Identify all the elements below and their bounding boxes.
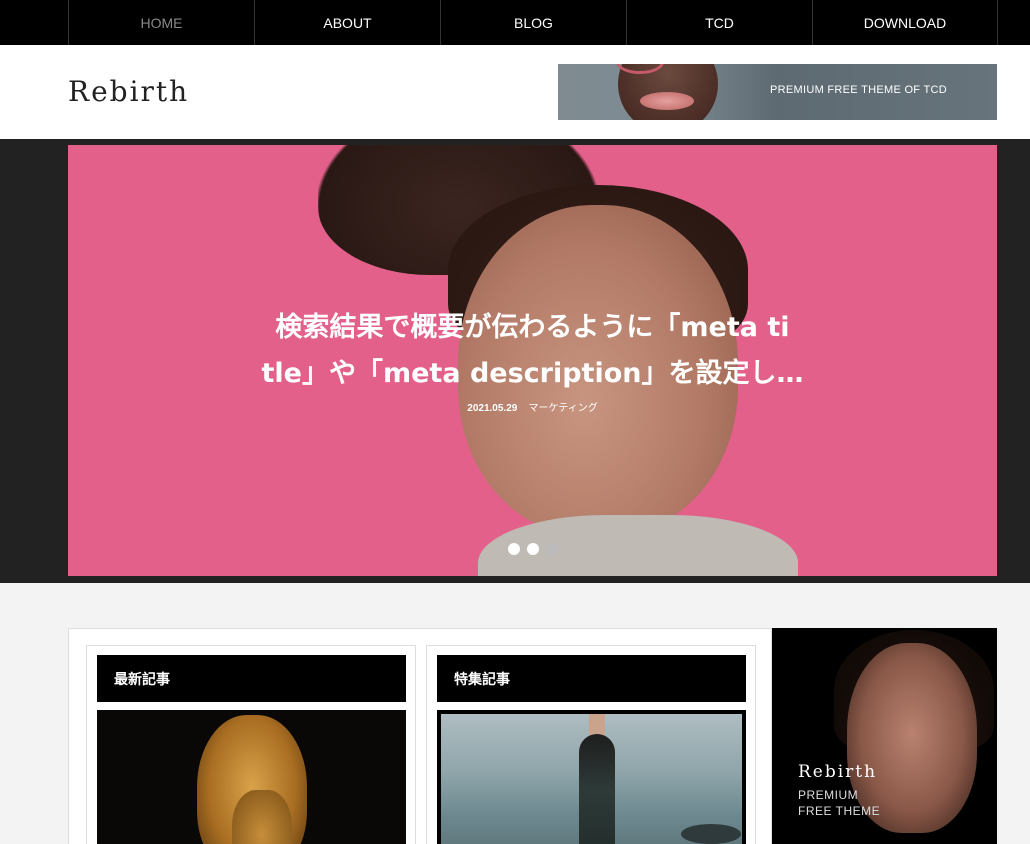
hero-slider[interactable]: 検索結果で概要が伝わるように「meta ti tle」や「meta descri… <box>68 145 997 576</box>
hero-meta: 2021.05.29 マーケティング <box>68 399 997 414</box>
latest-articles-heading: 最新記事 <box>97 655 406 702</box>
rocks-image <box>681 824 741 844</box>
hero-title-line-2: tle」や「meta description」を設定し… <box>261 358 804 389</box>
ad-logo: Rebirth <box>798 762 878 782</box>
site-logo[interactable]: Rebirth <box>68 75 189 108</box>
gold-hand-image <box>232 790 292 844</box>
hero-date: 2021.05.29 <box>467 403 518 414</box>
nav-item-tcd[interactable]: TCD <box>626 0 812 45</box>
header-banner-ad[interactable]: PREMIUM FREE THEME OF TCD <box>558 64 997 120</box>
slider-dot-3[interactable] <box>546 543 558 555</box>
featured-articles-heading: 特集記事 <box>437 655 746 702</box>
slider-dot-1[interactable] <box>508 543 520 555</box>
hero-title-line-1: 検索結果で概要が伝わるように「meta ti <box>275 312 790 343</box>
latest-articles-section: 最新記事 <box>86 645 416 844</box>
top-navigation: HOME ABOUT BLOG TCD DOWNLOAD <box>0 0 1030 45</box>
latest-article-thumbnail[interactable] <box>97 710 406 844</box>
banner-lips-image <box>640 92 694 110</box>
nav-item-blog[interactable]: BLOG <box>440 0 626 45</box>
ad-text-free-theme: FREE THEME <box>798 804 881 818</box>
nav-item-download[interactable]: DOWNLOAD <box>812 0 998 45</box>
sidebar-banner-ad[interactable]: Rebirth PREMIUM FREE THEME <box>772 628 997 844</box>
nav-item-about[interactable]: ABOUT <box>254 0 440 45</box>
slider-pagination <box>508 543 558 555</box>
banner-text: PREMIUM FREE THEME OF TCD <box>770 84 947 96</box>
hero-title[interactable]: 検索結果で概要が伝わるように「meta ti tle」や「meta descri… <box>68 305 997 397</box>
nav-item-home[interactable]: HOME <box>68 0 254 45</box>
nav-menu: HOME ABOUT BLOG TCD DOWNLOAD <box>68 0 998 45</box>
site-header: Rebirth PREMIUM FREE THEME OF TCD <box>0 45 1030 139</box>
ad-text-premium: PREMIUM <box>798 788 859 802</box>
hero-category[interactable]: マーケティング <box>529 403 598 414</box>
featured-articles-section: 特集記事 <box>426 645 756 844</box>
figure-woman-image <box>579 734 615 844</box>
main-content: 最新記事 特集記事 <box>68 628 772 844</box>
slider-dot-2[interactable] <box>527 543 539 555</box>
featured-article-thumbnail[interactable] <box>437 710 746 844</box>
